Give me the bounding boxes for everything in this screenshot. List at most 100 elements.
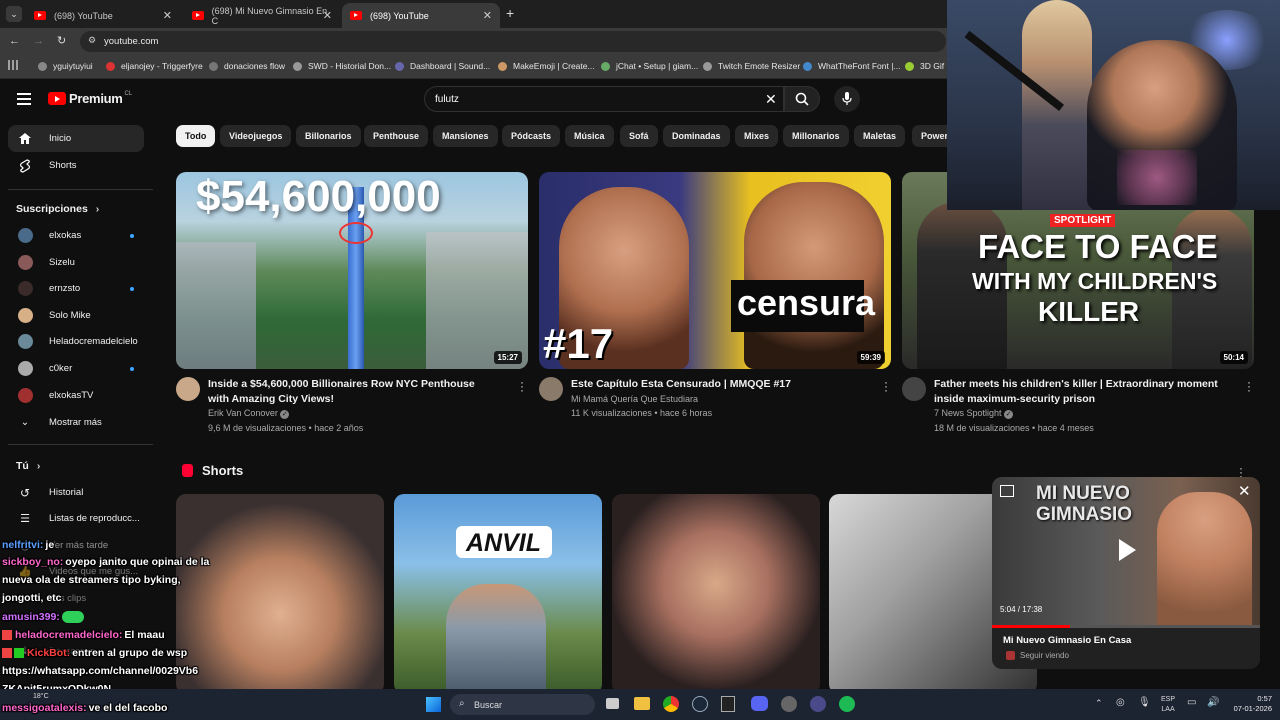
bookmark-item[interactable]: yguiytuyiui	[38, 61, 93, 71]
miniplayer-title[interactable]: Mi Nuevo Gimnasio En Casa	[1003, 635, 1131, 646]
channel-avatar[interactable]	[902, 377, 926, 401]
chip-podcasts[interactable]: Pódcasts	[502, 125, 561, 147]
miniplayer-progress-track[interactable]	[992, 625, 1260, 628]
youtube-logo[interactable]: Premium CL	[48, 91, 132, 106]
video-title[interactable]: Este Capítulo Esta Censurado | MMQQE #17	[571, 377, 861, 392]
chip-millonarios[interactable]: Millonarios	[783, 125, 849, 147]
video-thumbnail[interactable]: censura #17 59:39	[539, 172, 891, 369]
channel-name[interactable]: 7 News Spotlight ✓	[934, 408, 1014, 419]
chip-mixes[interactable]: Mixes	[735, 125, 779, 147]
close-tab-icon[interactable]: ✕	[483, 9, 492, 22]
app-icon[interactable]	[781, 696, 797, 712]
sidebar-item-shorts[interactable]: Shorts	[8, 152, 144, 179]
voice-search-button[interactable]	[834, 86, 860, 112]
bookmark-item[interactable]: jChat • Setup | giam...	[601, 61, 698, 71]
short-thumbnail[interactable]	[612, 494, 820, 694]
sidebar-item-inicio[interactable]: Inicio	[8, 125, 144, 152]
spotify-icon[interactable]	[839, 696, 855, 712]
close-miniplayer-icon[interactable]: ✕	[1238, 482, 1251, 500]
forward-icon[interactable]: →	[33, 35, 44, 47]
chip-videojuegos[interactable]: Videojuegos	[220, 125, 292, 147]
network-icon[interactable]: ▭	[1187, 697, 1196, 708]
tray-chevron-icon[interactable]: ⌃	[1095, 698, 1103, 709]
weather-text[interactable]: 18°C	[33, 693, 49, 700]
sidebar-item-historial[interactable]: ↺ Historial	[8, 479, 144, 506]
close-tab-icon[interactable]: ✕	[323, 9, 332, 22]
play-icon[interactable]	[1119, 539, 1136, 561]
chip-sofa[interactable]: Sofá	[620, 125, 658, 147]
epic-games-icon[interactable]	[721, 696, 735, 712]
sidebar-sub-elxokas[interactable]: elxokas	[8, 222, 144, 249]
microphone-icon[interactable]: 🎙	[1138, 697, 1151, 708]
reload-icon[interactable]: ↻	[57, 34, 66, 47]
bookmark-item[interactable]: eljanojey - Triggerfyre	[106, 61, 203, 71]
language-indicator[interactable]: ESP LAA	[1161, 695, 1175, 715]
chip-dominadas[interactable]: Dominadas	[663, 125, 730, 147]
miniplayer[interactable]: MI NUEVO GIMNASIO ✕ 5:04 / 17:38 Mi Nuev…	[992, 477, 1260, 669]
sidebar-divider	[8, 189, 153, 190]
video-thumbnail[interactable]: $54,600,000 15:27	[176, 172, 528, 369]
you-header[interactable]: Tú ›	[16, 460, 40, 472]
back-icon[interactable]: ←	[9, 35, 20, 47]
short-thumbnail[interactable]: ANVIL	[394, 494, 602, 694]
sidebar-item-playlists[interactable]: ☰ Listas de reproducc...	[8, 505, 144, 532]
more-actions-icon[interactable]: · · ·	[1247, 376, 1251, 396]
chip-maletas[interactable]: Maletas	[854, 125, 906, 147]
bookmark-item[interactable]: Dashboard | Sound...	[395, 61, 490, 71]
site-info-icon[interactable]: ⚙	[88, 35, 96, 46]
bookmark-item[interactable]: donaciones flow	[209, 61, 285, 71]
chat-message: jongotti, etc	[2, 592, 62, 604]
steam-icon[interactable]	[692, 696, 708, 712]
bookmark-item[interactable]: MakeEmoji | Create...	[498, 61, 595, 71]
sidebar-sub-elxokastv[interactable]: elxokasTV	[8, 382, 144, 409]
channel-avatar[interactable]	[176, 377, 200, 401]
bookmark-item[interactable]: SWD - Historial Don...	[293, 61, 391, 71]
video-title[interactable]: Father meets his children's killer | Ext…	[934, 377, 1234, 406]
browser-tab-2[interactable]: (698) Mi Nuevo Gimnasio En C ✕	[184, 3, 340, 28]
search-input[interactable]: fulutz	[435, 94, 459, 105]
subscriptions-header[interactable]: Suscripciones ›	[16, 203, 99, 215]
browser-tab-3[interactable]: (698) YouTube ✕	[342, 3, 500, 28]
search-button[interactable]	[784, 86, 820, 112]
bookmark-item[interactable]: Twitch Emote Resizer	[703, 61, 800, 71]
video-title[interactable]: Inside a $54,600,000 Billionaires Row NY…	[208, 377, 498, 406]
chip-mansiones[interactable]: Mansiones	[433, 125, 498, 147]
sidebar-sub-heladocremadelcielo[interactable]: Heladocremadelcielo	[8, 328, 144, 355]
miniplayer-video[interactable]: MI NUEVO GIMNASIO ✕ 5:04 / 17:38	[992, 477, 1260, 627]
taskbar-search[interactable]: ⌕ Buscar	[450, 694, 595, 715]
close-tab-icon[interactable]: ✕	[163, 9, 172, 22]
clock[interactable]: 0:57 07-01-2026	[1210, 694, 1272, 714]
more-actions-icon[interactable]: · · ·	[884, 376, 888, 396]
channel-name[interactable]: Erik Van Conover ✓	[208, 408, 290, 419]
chip-penthouse[interactable]: Penthouse	[364, 125, 429, 147]
tray-icon[interactable]: ◎	[1116, 697, 1125, 708]
apps-grid-icon[interactable]	[8, 60, 18, 70]
expand-icon[interactable]	[1000, 485, 1014, 497]
search-box[interactable]: fulutz ✕	[424, 86, 784, 112]
channel-avatar[interactable]	[539, 377, 563, 401]
bookmark-item[interactable]: WhatTheFont Font |...	[803, 61, 901, 71]
chip-musica[interactable]: Música	[565, 125, 614, 147]
sidebar-sub-c0ker[interactable]: c0ker	[8, 355, 144, 382]
new-tab-button[interactable]: +	[506, 5, 514, 21]
address-field[interactable]: ⚙ youtube.com	[80, 31, 946, 52]
chrome-icon[interactable]	[663, 696, 679, 712]
sidebar-sub-solo-mike[interactable]: Solo Mike	[8, 302, 144, 329]
chip-billonarios[interactable]: Billonarios	[296, 125, 361, 147]
app-icon[interactable]	[810, 696, 826, 712]
clear-search-icon[interactable]: ✕	[765, 91, 777, 108]
channel-name[interactable]: Mi Mamá Quería Que Estudiara	[571, 394, 698, 404]
discord-icon[interactable]	[751, 696, 768, 711]
more-actions-icon[interactable]: · · ·	[520, 376, 524, 396]
short-thumbnail[interactable]	[176, 494, 384, 694]
tab-search-icon[interactable]: ⌄	[6, 6, 22, 22]
file-explorer-icon[interactable]	[634, 697, 650, 710]
sidebar-sub-sizelu[interactable]: Sizelu	[8, 249, 144, 276]
guide-menu-icon[interactable]	[17, 93, 31, 105]
start-icon[interactable]	[426, 697, 441, 712]
chip-todo[interactable]: Todo	[176, 125, 216, 147]
browser-tab-1[interactable]: (698) YouTube ✕	[26, 3, 180, 28]
sidebar-sub-ernzsto[interactable]: ernzsto	[8, 275, 144, 302]
sidebar-show-more[interactable]: ⌄ Mostrar más	[8, 409, 144, 436]
task-view-icon[interactable]	[606, 698, 619, 709]
